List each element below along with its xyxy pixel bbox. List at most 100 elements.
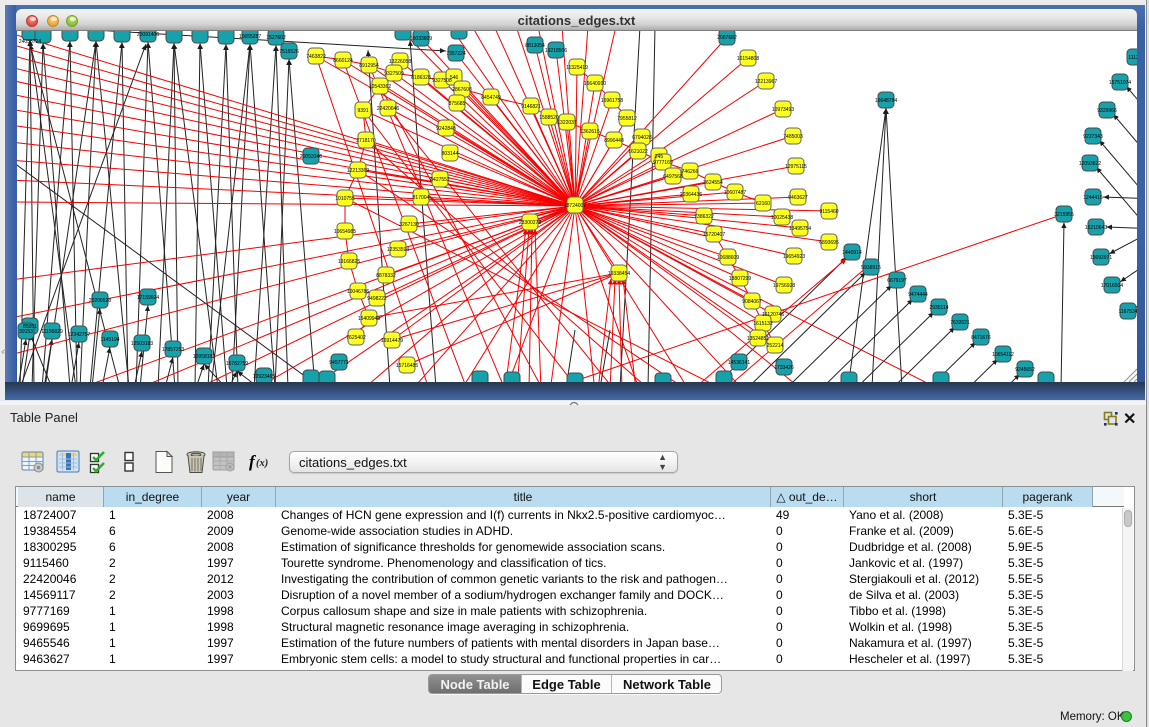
svg-text:803144: 803144 xyxy=(442,151,459,157)
svg-text:15720407: 15720407 xyxy=(703,232,725,238)
svg-text:12975115: 12975115 xyxy=(785,164,807,170)
svg-text:10543362: 10543362 xyxy=(369,84,391,90)
svg-text:8660124: 8660124 xyxy=(333,58,353,64)
svg-text:11325419: 11325419 xyxy=(566,65,588,71)
svg-text:5938915: 5938915 xyxy=(861,265,881,271)
svg-text:17857253: 17857253 xyxy=(162,347,184,353)
svg-text:24055724: 24055724 xyxy=(19,39,41,45)
svg-text:8912954: 8912954 xyxy=(359,63,379,69)
svg-text:22420046: 22420046 xyxy=(377,106,399,112)
svg-text:11124: 11124 xyxy=(1128,55,1137,61)
svg-text:9242848: 9242848 xyxy=(436,126,456,132)
svg-text:1440914: 1440914 xyxy=(842,250,862,256)
svg-text:9391: 9391 xyxy=(357,108,368,114)
svg-text:12503183: 12503183 xyxy=(131,341,153,347)
svg-text:1615132: 1615132 xyxy=(753,321,773,327)
svg-text:6679197: 6679197 xyxy=(887,278,907,284)
svg-text:19654923: 19654923 xyxy=(783,254,805,260)
svg-text:10654112: 10654112 xyxy=(992,352,1014,358)
svg-text:9329966: 9329966 xyxy=(1097,108,1117,114)
svg-text:2087682: 2087682 xyxy=(717,35,737,41)
svg-text:9777169: 9777169 xyxy=(653,160,673,166)
svg-text:1733426: 1733426 xyxy=(774,365,794,371)
svg-text:23300273: 23300273 xyxy=(519,220,541,226)
svg-text:12353594: 12353594 xyxy=(387,247,409,253)
svg-text:252214: 252214 xyxy=(767,343,784,349)
svg-text:19756928: 19756928 xyxy=(773,283,795,289)
svg-text:9463627: 9463627 xyxy=(788,195,808,201)
svg-text:3267130: 3267130 xyxy=(399,222,419,228)
svg-text:2867608: 2867608 xyxy=(452,87,472,93)
svg-text:1362615: 1362615 xyxy=(580,129,600,135)
svg-text:9327509: 9327509 xyxy=(384,71,404,77)
svg-text:12213369: 12213369 xyxy=(347,168,369,174)
svg-text:19166825: 19166825 xyxy=(338,259,360,265)
svg-text:10655287: 10655287 xyxy=(239,34,261,40)
svg-text:10688609: 10688609 xyxy=(717,255,739,261)
svg-text:39153: 39153 xyxy=(19,329,33,335)
svg-text:9227343: 9227343 xyxy=(1083,134,1103,140)
svg-text:9245652: 9245652 xyxy=(1015,367,1035,373)
svg-text:7625402: 7625402 xyxy=(346,335,366,341)
svg-text:7955812: 7955812 xyxy=(617,116,637,122)
svg-text:10025438: 10025438 xyxy=(771,215,793,221)
svg-text:7357224: 7357224 xyxy=(446,51,466,57)
svg-text:19338454: 19338454 xyxy=(608,271,630,277)
svg-text:10046786: 10046786 xyxy=(347,289,369,295)
svg-text:12342757: 12342757 xyxy=(68,332,90,338)
svg-text:8471676: 8471676 xyxy=(971,335,991,341)
svg-text:9115460: 9115460 xyxy=(819,209,838,215)
svg-text:1322037: 1322037 xyxy=(557,120,577,126)
svg-text:9457771: 9457771 xyxy=(329,360,349,366)
svg-text:16154808: 16154808 xyxy=(737,56,759,62)
svg-text:(x): (x) xyxy=(256,458,268,469)
svg-text:16782759: 16782759 xyxy=(226,361,248,367)
svg-text:17159924: 17159924 xyxy=(137,295,159,301)
svg-text:8427552: 8427552 xyxy=(430,177,450,183)
svg-text:10958187: 10958187 xyxy=(193,354,215,360)
svg-text:9474444: 9474444 xyxy=(908,292,928,298)
svg-text:16120746: 16120746 xyxy=(762,312,784,318)
svg-text:7463822: 7463822 xyxy=(306,54,326,60)
svg-text:15692971: 15692971 xyxy=(1090,255,1112,261)
svg-text:6893695: 6893695 xyxy=(819,240,839,246)
svg-text:10607487: 10607487 xyxy=(724,190,746,196)
svg-text:875685: 875685 xyxy=(449,101,466,107)
svg-text:1010755: 1010755 xyxy=(335,196,355,202)
svg-text:9146821: 9146821 xyxy=(521,104,541,110)
svg-text:15716485: 15716485 xyxy=(396,363,418,369)
svg-text:1244415: 1244415 xyxy=(1083,195,1103,201)
svg-text:20053346: 20053346 xyxy=(300,154,322,160)
svg-text:1588520: 1588520 xyxy=(539,115,559,121)
svg-text:15409948: 15409948 xyxy=(358,316,380,322)
svg-text:13524851: 13524851 xyxy=(747,336,769,342)
svg-text:1621022: 1621022 xyxy=(628,149,648,155)
svg-text:8878332: 8878332 xyxy=(376,273,396,279)
svg-text:2935114: 2935114 xyxy=(929,305,948,311)
svg-text:12923465: 12923465 xyxy=(253,374,275,380)
svg-text:9084067: 9084067 xyxy=(742,299,762,305)
svg-text:7386322: 7386322 xyxy=(694,214,714,220)
svg-text:14536141: 14536141 xyxy=(728,360,750,366)
svg-text:16640910: 16640910 xyxy=(584,81,606,87)
svg-text:16914479: 16914479 xyxy=(381,338,403,344)
svg-text:817004: 817004 xyxy=(413,195,430,201)
svg-text:16961758: 16961758 xyxy=(601,98,623,104)
svg-text:12093822: 12093822 xyxy=(1079,161,1101,167)
svg-text:1167534: 1167534 xyxy=(1118,309,1137,315)
svg-text:20206528: 20206528 xyxy=(89,298,111,304)
svg-text:546: 546 xyxy=(450,75,459,81)
svg-text:6794028: 6794028 xyxy=(632,135,652,141)
svg-text:11156829: 11156829 xyxy=(41,329,63,335)
svg-text:16033809: 16033809 xyxy=(410,36,432,42)
svg-text:12213967: 12213967 xyxy=(755,79,777,85)
svg-text:6497568: 6497568 xyxy=(663,174,683,180)
svg-text:3624554: 3624554 xyxy=(703,180,723,186)
svg-text:16210643: 16210643 xyxy=(1085,225,1107,231)
svg-text:3215955: 3215955 xyxy=(1054,212,1074,218)
svg-text:7632621: 7632621 xyxy=(950,320,970,326)
svg-text:8454749: 8454749 xyxy=(481,95,501,101)
svg-text:10654985: 10654985 xyxy=(334,229,356,235)
svg-text:18724007: 18724007 xyxy=(564,203,586,209)
svg-text:8990448: 8990448 xyxy=(604,138,624,144)
